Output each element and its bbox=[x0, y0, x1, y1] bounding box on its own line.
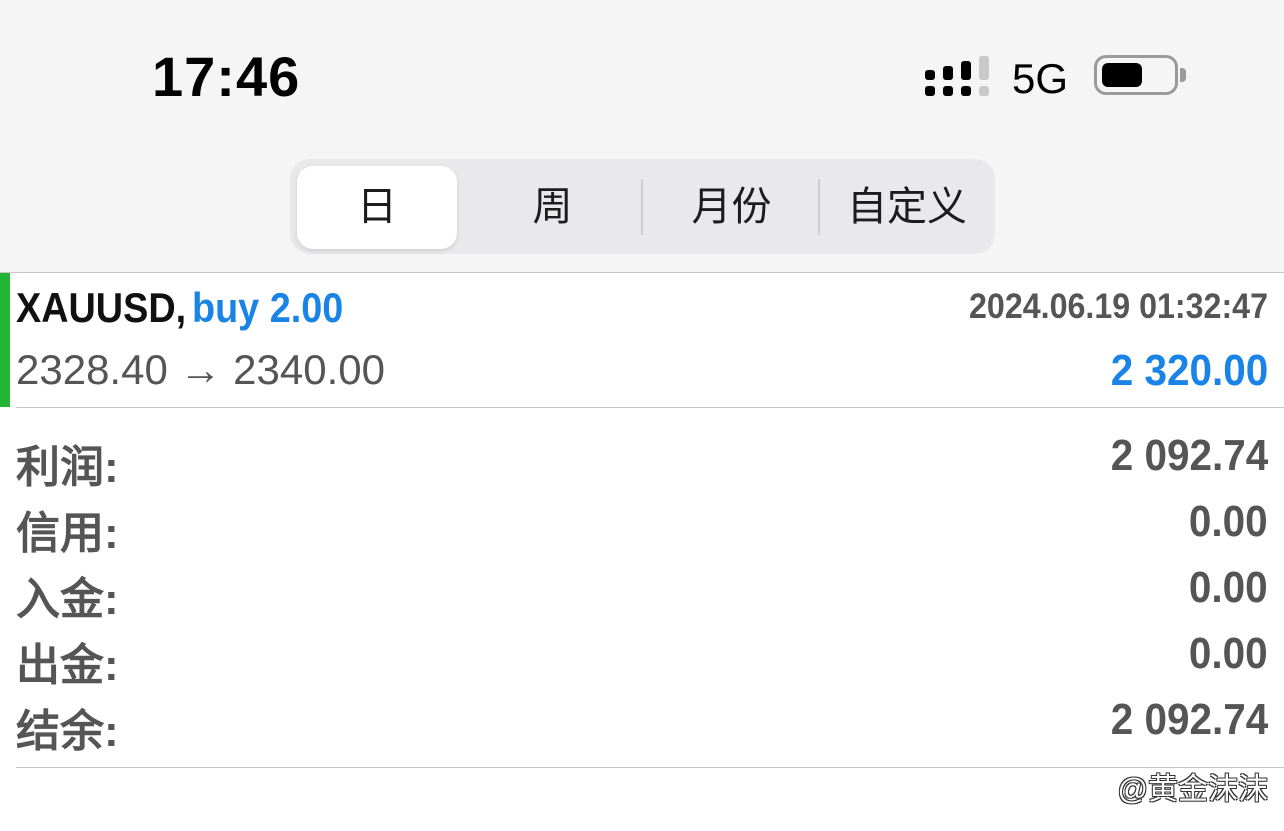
battery-level bbox=[1102, 63, 1142, 87]
summary-value: 2 092.74 bbox=[1110, 695, 1268, 744]
summary-label: 利润: bbox=[16, 443, 119, 492]
battery-icon bbox=[1094, 55, 1178, 95]
summary-value: 0.00 bbox=[1189, 563, 1268, 612]
summary-label: 信用: bbox=[16, 509, 119, 558]
summary-value: 2 092.74 bbox=[1110, 431, 1268, 480]
summary-deposit: 入金: 0.00 bbox=[16, 563, 1268, 624]
signal-bars-icon bbox=[925, 56, 989, 96]
summary-balance: 结余: 2 092.74 bbox=[16, 695, 1268, 756]
network-type: 5G bbox=[1012, 55, 1069, 102]
summary-label: 结余: bbox=[16, 707, 119, 756]
summary-credit: 信用: 0.00 bbox=[16, 497, 1268, 558]
tab-divider bbox=[641, 179, 643, 235]
summary-withdrawal: 出金: 0.00 bbox=[16, 629, 1268, 690]
trade-price-range: 2328.40 → 2340.00 bbox=[16, 346, 385, 393]
tab-divider bbox=[818, 179, 820, 235]
tab-custom[interactable]: 自定义 bbox=[822, 166, 992, 249]
summary-value: 0.00 bbox=[1189, 497, 1268, 546]
trade-accent-bar bbox=[0, 273, 10, 407]
trade-type-volume: buy 2.00 bbox=[192, 284, 344, 331]
watermark: @黄金沫沫 bbox=[1117, 773, 1268, 806]
divider bbox=[0, 272, 1284, 273]
tab-month[interactable]: 月份 bbox=[645, 166, 818, 249]
summary-value: 0.00 bbox=[1189, 629, 1268, 678]
divider bbox=[16, 767, 1284, 768]
trade-profit: 2 320.00 bbox=[1110, 346, 1268, 395]
summary-profit: 利润: 2 092.74 bbox=[16, 431, 1268, 492]
status-time: 17:46 bbox=[152, 45, 301, 108]
summary-label: 出金: bbox=[16, 641, 119, 690]
tab-day[interactable]: 日 bbox=[297, 166, 457, 249]
period-segmented-control: 日 周 月份 自定义 bbox=[290, 159, 995, 254]
divider bbox=[16, 407, 1284, 408]
tab-week[interactable]: 周 bbox=[470, 166, 635, 249]
summary-label: 入金: bbox=[16, 575, 119, 624]
trade-symbol: XAUUSD, bbox=[16, 284, 187, 331]
battery-cap bbox=[1180, 68, 1186, 82]
trade-datetime: 2024.06.19 01:32:47 bbox=[969, 287, 1268, 326]
